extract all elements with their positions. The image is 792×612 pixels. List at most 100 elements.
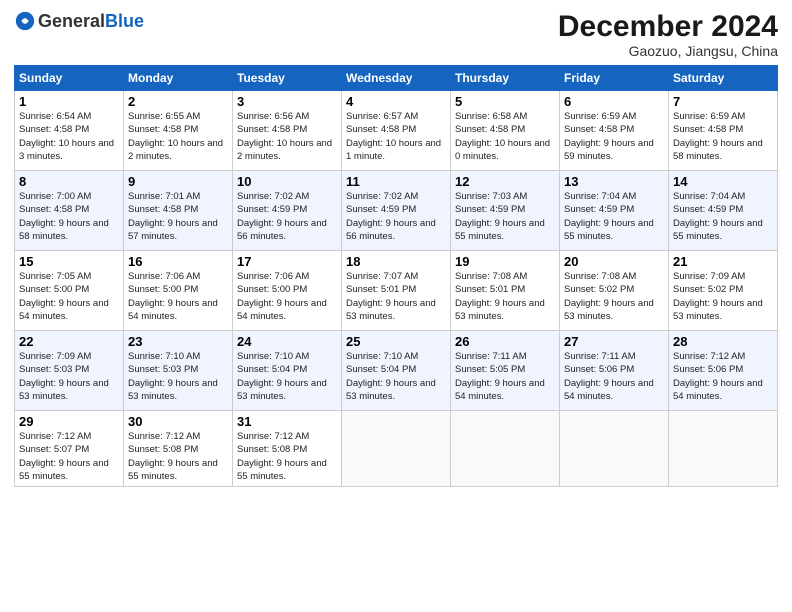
calendar-week-1: 1 Sunrise: 6:54 AMSunset: 4:58 PMDayligh… [15,91,778,171]
calendar-cell: 11 Sunrise: 7:02 AMSunset: 4:59 PMDaylig… [342,171,451,251]
day-number: 26 [455,334,555,349]
calendar-cell: 2 Sunrise: 6:55 AMSunset: 4:58 PMDayligh… [124,91,233,171]
day-info: Sunrise: 7:12 AMSunset: 5:08 PMDaylight:… [237,431,327,482]
day-info: Sunrise: 6:59 AMSunset: 4:58 PMDaylight:… [564,111,654,162]
weekday-header-saturday: Saturday [669,66,778,91]
calendar-cell: 9 Sunrise: 7:01 AMSunset: 4:58 PMDayligh… [124,171,233,251]
calendar-cell: 20 Sunrise: 7:08 AMSunset: 5:02 PMDaylig… [560,251,669,331]
day-info: Sunrise: 7:03 AMSunset: 4:59 PMDaylight:… [455,191,545,242]
day-number: 4 [346,94,446,109]
day-number: 21 [673,254,773,269]
day-info: Sunrise: 7:09 AMSunset: 5:02 PMDaylight:… [673,271,763,322]
weekday-header-row: SundayMondayTuesdayWednesdayThursdayFrid… [15,66,778,91]
day-info: Sunrise: 7:02 AMSunset: 4:59 PMDaylight:… [346,191,436,242]
calendar-cell: 28 Sunrise: 7:12 AMSunset: 5:06 PMDaylig… [669,331,778,411]
day-number: 5 [455,94,555,109]
day-number: 30 [128,414,228,429]
calendar-cell: 8 Sunrise: 7:00 AMSunset: 4:58 PMDayligh… [15,171,124,251]
calendar-cell: 6 Sunrise: 6:59 AMSunset: 4:58 PMDayligh… [560,91,669,171]
day-number: 18 [346,254,446,269]
day-info: Sunrise: 7:11 AMSunset: 5:05 PMDaylight:… [455,351,545,402]
day-number: 8 [19,174,119,189]
day-number: 17 [237,254,337,269]
logo-blue-text: Blue [105,11,144,32]
calendar-cell: 16 Sunrise: 7:06 AMSunset: 5:00 PMDaylig… [124,251,233,331]
calendar-cell: 21 Sunrise: 7:09 AMSunset: 5:02 PMDaylig… [669,251,778,331]
calendar-cell: 27 Sunrise: 7:11 AMSunset: 5:06 PMDaylig… [560,331,669,411]
page: GeneralBlue December 2024 Gaozuo, Jiangs… [0,0,792,612]
day-number: 16 [128,254,228,269]
day-info: Sunrise: 7:10 AMSunset: 5:03 PMDaylight:… [128,351,218,402]
calendar-cell: 23 Sunrise: 7:10 AMSunset: 5:03 PMDaylig… [124,331,233,411]
title-block: December 2024 Gaozuo, Jiangsu, China [558,10,778,59]
day-info: Sunrise: 6:59 AMSunset: 4:58 PMDaylight:… [673,111,763,162]
day-info: Sunrise: 7:12 AMSunset: 5:06 PMDaylight:… [673,351,763,402]
day-number: 24 [237,334,337,349]
calendar-cell: 31 Sunrise: 7:12 AMSunset: 5:08 PMDaylig… [233,411,342,487]
weekday-header-tuesday: Tuesday [233,66,342,91]
day-info: Sunrise: 7:00 AMSunset: 4:58 PMDaylight:… [19,191,109,242]
calendar-cell: 29 Sunrise: 7:12 AMSunset: 5:07 PMDaylig… [15,411,124,487]
day-info: Sunrise: 7:09 AMSunset: 5:03 PMDaylight:… [19,351,109,402]
logo-general-text: General [38,11,105,32]
day-info: Sunrise: 7:05 AMSunset: 5:00 PMDaylight:… [19,271,109,322]
calendar-cell: 17 Sunrise: 7:06 AMSunset: 5:00 PMDaylig… [233,251,342,331]
day-number: 10 [237,174,337,189]
calendar-cell [669,411,778,487]
calendar-cell: 15 Sunrise: 7:05 AMSunset: 5:00 PMDaylig… [15,251,124,331]
day-number: 12 [455,174,555,189]
day-number: 19 [455,254,555,269]
day-info: Sunrise: 7:12 AMSunset: 5:07 PMDaylight:… [19,431,109,482]
day-number: 1 [19,94,119,109]
weekday-header-thursday: Thursday [451,66,560,91]
day-info: Sunrise: 7:08 AMSunset: 5:02 PMDaylight:… [564,271,654,322]
day-info: Sunrise: 6:57 AMSunset: 4:58 PMDaylight:… [346,111,441,162]
weekday-header-monday: Monday [124,66,233,91]
day-info: Sunrise: 7:04 AMSunset: 4:59 PMDaylight:… [564,191,654,242]
day-number: 25 [346,334,446,349]
calendar-cell: 7 Sunrise: 6:59 AMSunset: 4:58 PMDayligh… [669,91,778,171]
day-number: 2 [128,94,228,109]
calendar-week-2: 8 Sunrise: 7:00 AMSunset: 4:58 PMDayligh… [15,171,778,251]
calendar-cell [560,411,669,487]
calendar-cell [342,411,451,487]
calendar-cell: 5 Sunrise: 6:58 AMSunset: 4:58 PMDayligh… [451,91,560,171]
day-info: Sunrise: 6:55 AMSunset: 4:58 PMDaylight:… [128,111,223,162]
day-info: Sunrise: 7:07 AMSunset: 5:01 PMDaylight:… [346,271,436,322]
calendar-week-3: 15 Sunrise: 7:05 AMSunset: 5:00 PMDaylig… [15,251,778,331]
calendar-cell: 4 Sunrise: 6:57 AMSunset: 4:58 PMDayligh… [342,91,451,171]
day-number: 15 [19,254,119,269]
calendar-cell: 13 Sunrise: 7:04 AMSunset: 4:59 PMDaylig… [560,171,669,251]
calendar-cell: 22 Sunrise: 7:09 AMSunset: 5:03 PMDaylig… [15,331,124,411]
weekday-header-sunday: Sunday [15,66,124,91]
day-info: Sunrise: 6:56 AMSunset: 4:58 PMDaylight:… [237,111,332,162]
calendar-cell: 25 Sunrise: 7:10 AMSunset: 5:04 PMDaylig… [342,331,451,411]
day-info: Sunrise: 7:02 AMSunset: 4:59 PMDaylight:… [237,191,327,242]
day-info: Sunrise: 7:11 AMSunset: 5:06 PMDaylight:… [564,351,654,402]
day-number: 22 [19,334,119,349]
calendar: SundayMondayTuesdayWednesdayThursdayFrid… [14,65,778,487]
weekday-header-friday: Friday [560,66,669,91]
calendar-cell: 12 Sunrise: 7:03 AMSunset: 4:59 PMDaylig… [451,171,560,251]
day-number: 11 [346,174,446,189]
calendar-week-5: 29 Sunrise: 7:12 AMSunset: 5:07 PMDaylig… [15,411,778,487]
day-info: Sunrise: 7:08 AMSunset: 5:01 PMDaylight:… [455,271,545,322]
day-number: 23 [128,334,228,349]
calendar-cell: 10 Sunrise: 7:02 AMSunset: 4:59 PMDaylig… [233,171,342,251]
day-info: Sunrise: 6:58 AMSunset: 4:58 PMDaylight:… [455,111,550,162]
day-info: Sunrise: 7:06 AMSunset: 5:00 PMDaylight:… [128,271,218,322]
calendar-week-4: 22 Sunrise: 7:09 AMSunset: 5:03 PMDaylig… [15,331,778,411]
logo-icon [14,10,36,32]
calendar-cell: 26 Sunrise: 7:11 AMSunset: 5:05 PMDaylig… [451,331,560,411]
day-number: 14 [673,174,773,189]
day-number: 27 [564,334,664,349]
day-number: 3 [237,94,337,109]
day-info: Sunrise: 7:10 AMSunset: 5:04 PMDaylight:… [237,351,327,402]
day-number: 9 [128,174,228,189]
logo: GeneralBlue [14,10,144,32]
weekday-header-wednesday: Wednesday [342,66,451,91]
day-info: Sunrise: 7:10 AMSunset: 5:04 PMDaylight:… [346,351,436,402]
day-info: Sunrise: 6:54 AMSunset: 4:58 PMDaylight:… [19,111,114,162]
header: GeneralBlue December 2024 Gaozuo, Jiangs… [14,10,778,59]
day-info: Sunrise: 7:06 AMSunset: 5:00 PMDaylight:… [237,271,327,322]
